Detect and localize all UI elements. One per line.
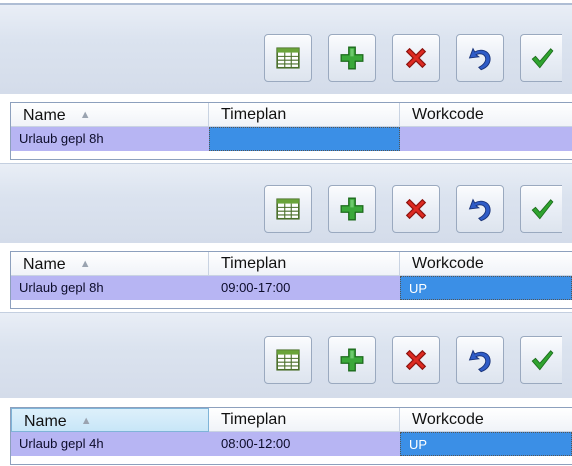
delete-x-icon [402,44,430,72]
cell-timeplan[interactable]: 08:00-12:00 [209,432,400,456]
cell-workcode[interactable]: UP [400,432,572,456]
sort-ascending-icon: ▲ [80,415,92,427]
confirm-button[interactable] [520,185,562,233]
add-button[interactable] [328,185,376,233]
column-header-timeplan[interactable]: Timeplan [209,252,400,276]
column-header-timeplan[interactable]: Timeplan [209,103,400,127]
undo-button[interactable] [456,34,504,82]
delete-button[interactable] [392,185,440,233]
toolbar [0,163,572,243]
column-header-workcode[interactable]: Workcode [400,103,572,127]
delete-x-icon [402,195,430,223]
cell-workcode[interactable] [400,127,572,151]
table-row[interactable]: Urlaub gepl 8h 09:00-17:00 UP [11,276,572,300]
data-grid: Name ▲ Timeplan Workcode Urlaub gepl 4h 0… [10,407,572,465]
panel-3: Name ▲ Timeplan Workcode Urlaub gepl 4h 0… [0,312,572,466]
cell-name[interactable]: Urlaub gepl 4h [11,432,209,456]
undo-arrow-icon [466,195,494,223]
confirm-button[interactable] [520,34,562,82]
cell-name[interactable]: Urlaub gepl 8h [11,276,209,300]
checkmark-icon [529,45,555,71]
toolbar [0,312,572,398]
table-row[interactable]: Urlaub gepl 8h [11,127,572,151]
cell-timeplan[interactable]: 09:00-17:00 [209,276,400,300]
sort-ascending-icon: ▲ [79,109,91,121]
grid-view-button[interactable] [264,336,312,384]
column-header-name[interactable]: Name ▲ [11,103,209,127]
plus-icon [339,45,365,71]
checkmark-icon [529,347,555,373]
delete-button[interactable] [392,34,440,82]
table-grid-icon [275,45,301,71]
undo-arrow-icon [466,44,494,72]
delete-button[interactable] [392,336,440,384]
grid-header: Name ▲ Timeplan Workcode [11,252,572,276]
panel-2: Name ▲ Timeplan Workcode Urlaub gepl 8h 0… [0,163,572,312]
panel-1: Name ▲ Timeplan Workcode Urlaub gepl 8h [0,0,572,162]
column-header-workcode[interactable]: Workcode [400,252,572,276]
table-row[interactable]: Urlaub gepl 4h 08:00-12:00 UP [11,432,572,456]
column-header-timeplan[interactable]: Timeplan [209,408,400,432]
cell-workcode[interactable]: UP [400,276,572,300]
column-header-name[interactable]: Name ▲ [11,252,209,276]
undo-arrow-icon [466,346,494,374]
confirm-button[interactable] [520,336,562,384]
plus-icon [339,347,365,373]
grid-header: Name ▲ Timeplan Workcode [11,408,572,432]
plus-icon [339,196,365,222]
column-header-workcode[interactable]: Workcode [400,408,572,432]
cell-name[interactable]: Urlaub gepl 8h [11,127,209,151]
column-header-name[interactable]: Name ▲ [11,408,209,432]
table-grid-icon [275,347,301,373]
grid-header: Name ▲ Timeplan Workcode [11,103,572,127]
add-button[interactable] [328,336,376,384]
undo-button[interactable] [456,336,504,384]
toolbar [0,3,572,94]
grid-view-button[interactable] [264,34,312,82]
checkmark-icon [529,196,555,222]
cell-timeplan[interactable] [209,127,400,151]
sort-ascending-icon: ▲ [79,258,91,270]
delete-x-icon [402,346,430,374]
add-button[interactable] [328,34,376,82]
undo-button[interactable] [456,185,504,233]
data-grid: Name ▲ Timeplan Workcode Urlaub gepl 8h 0… [10,251,572,309]
data-grid: Name ▲ Timeplan Workcode Urlaub gepl 8h [10,102,572,160]
grid-view-button[interactable] [264,185,312,233]
table-grid-icon [275,196,301,222]
